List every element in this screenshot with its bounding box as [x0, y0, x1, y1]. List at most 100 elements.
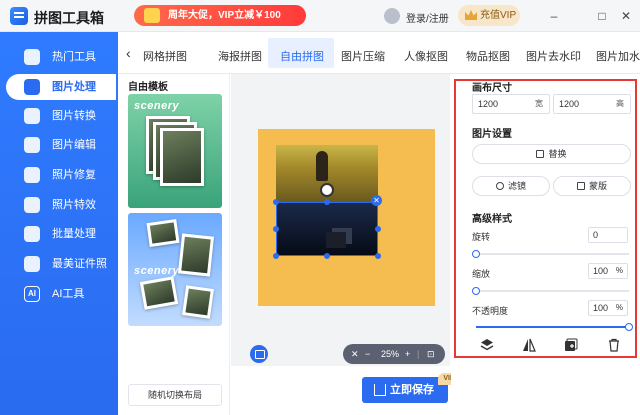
canvas-height-input[interactable]: 1200 高	[553, 94, 631, 114]
mask-label: 蒙版	[588, 181, 607, 191]
canvas-width-input[interactable]: 1200 宽	[472, 94, 550, 114]
minimize-button[interactable]: –	[546, 8, 562, 24]
filter-icon	[495, 182, 504, 190]
rotate-slider[interactable]	[472, 250, 629, 258]
template-card-word: scenery	[134, 265, 180, 277]
image-convert-icon	[24, 108, 40, 124]
resize-handle[interactable]	[273, 226, 279, 232]
flip-icon[interactable]	[522, 338, 536, 352]
promo-banner[interactable]: 周年大促，VIP立减￥100	[134, 5, 306, 26]
delete-icon[interactable]	[607, 338, 621, 352]
replace-image-button[interactable]: 替换	[472, 144, 631, 164]
replace-icon	[536, 150, 545, 158]
zoom-out-button[interactable]: −	[365, 344, 370, 364]
image-settings-title: 图片设置	[472, 129, 512, 140]
login-link[interactable]: 登录/注册	[406, 10, 449, 25]
canvas-height-value: 1200	[559, 99, 580, 109]
mask-button[interactable]: 蒙版	[553, 176, 631, 196]
app-title: 拼图工具箱	[34, 10, 104, 26]
rotate-handle-icon[interactable]	[320, 183, 334, 197]
fit-screen-icon[interactable]: ⊡	[427, 344, 435, 364]
resize-handle[interactable]	[324, 253, 330, 259]
download-icon	[374, 384, 386, 396]
back-chevron-icon[interactable]: ‹	[126, 45, 131, 61]
template-panel-title: 自由模板	[128, 82, 168, 93]
sidebar-item-photo-repair[interactable]: 照片修复	[6, 162, 116, 188]
template-photo	[182, 285, 214, 319]
tab-add-watermark[interactable]: 图片加水	[596, 48, 640, 64]
resize-handle[interactable]	[273, 253, 279, 259]
collage-canvas[interactable]: ✕	[258, 129, 435, 306]
tab-free-collage[interactable]: 自由拼图	[280, 48, 324, 64]
sidebar-item-label: AI工具	[52, 288, 85, 300]
sidebar-item-image-edit[interactable]: 图片编辑	[6, 132, 116, 158]
advanced-style-title: 高级样式	[472, 214, 512, 225]
template-photo	[146, 219, 180, 247]
rotate-input[interactable]: 0	[588, 227, 628, 243]
resize-handle[interactable]	[375, 253, 381, 259]
shuffle-layout-button[interactable]: 随机切换布局	[128, 384, 222, 406]
batch-icon	[24, 226, 40, 242]
layers-icon[interactable]	[480, 338, 494, 352]
opacity-slider-knob[interactable]	[625, 323, 633, 331]
sidebar-item-label: 图片处理	[52, 81, 96, 93]
vip-recharge-label: 充值VIP	[480, 10, 517, 21]
image-processing-icon	[24, 79, 40, 95]
promo-text: 周年大促，VIP立减￥100	[168, 10, 281, 21]
scale-label: 缩放	[472, 269, 491, 279]
sidebar-item-batch[interactable]: 批量处理	[6, 221, 116, 247]
sidebar-item-label: 照片特效	[52, 199, 96, 211]
close-window-button[interactable]: ✕	[618, 8, 634, 24]
template-card[interactable]: scenery	[128, 213, 222, 326]
sidebar-item-image-processing[interactable]: 图片处理	[6, 74, 116, 100]
id-photo-icon	[24, 256, 40, 272]
tab-image-compress[interactable]: 图片压缩	[341, 48, 385, 64]
avatar[interactable]	[384, 8, 400, 24]
app-logo-icon	[10, 7, 28, 25]
sidebar-item-hot-tools[interactable]: 热门工具	[6, 44, 116, 70]
sidebar-item-ai-tools[interactable]: AI AI工具	[6, 281, 116, 307]
tab-poster-collage[interactable]: 海报拼图	[218, 48, 262, 64]
tab-grid-collage[interactable]: 网格拼图	[143, 48, 187, 64]
canvas-width-value: 1200	[478, 99, 499, 109]
scale-input[interactable]: 100 %	[588, 263, 628, 279]
sidebar-item-id-photo[interactable]: 最美证件照	[6, 251, 116, 277]
zoom-in-button[interactable]: +	[405, 344, 410, 364]
scale-unit: %	[615, 266, 623, 275]
scale-slider[interactable]	[472, 287, 629, 295]
gift-icon	[144, 8, 160, 23]
opacity-input[interactable]: 100 %	[588, 300, 628, 316]
template-card[interactable]: scenery	[128, 94, 222, 208]
tab-object-cutout[interactable]: 物品抠图	[466, 48, 510, 64]
image-edit-icon	[24, 137, 40, 153]
maximize-button[interactable]: □	[594, 8, 610, 24]
scale-slider-knob[interactable]	[472, 287, 480, 295]
sidebar-item-photo-effects[interactable]: 照片特效	[6, 192, 116, 218]
sidebar-item-image-convert[interactable]: 图片转换	[6, 103, 116, 129]
save-now-button[interactable]: 立即保存	[362, 377, 448, 403]
resize-handle[interactable]	[375, 226, 381, 232]
tab-portrait-cutout[interactable]: 人像抠图	[404, 48, 448, 64]
canvas-height-unit: 高	[616, 99, 624, 108]
template-photo	[160, 128, 204, 186]
delete-image-icon[interactable]: ✕	[371, 195, 382, 206]
background-image-icon[interactable]	[250, 345, 268, 363]
duplicate-icon[interactable]	[564, 338, 578, 352]
template-photo	[139, 276, 179, 310]
opacity-slider[interactable]	[476, 323, 633, 331]
opacity-value: 100	[593, 303, 609, 313]
sidebar-item-label: 图片编辑	[52, 139, 96, 151]
shuffle-layout-label: 随机切换布局	[147, 390, 202, 400]
opacity-label: 不透明度	[472, 306, 509, 316]
tab-remove-watermark[interactable]: 图片去水印	[526, 48, 581, 64]
vip-recharge-button[interactable]: 充值VIP	[458, 5, 520, 26]
filter-button[interactable]: 滤镜	[472, 176, 550, 196]
resize-handle[interactable]	[273, 199, 279, 205]
sidebar-item-label: 批量处理	[52, 228, 96, 240]
rotate-slider-knob[interactable]	[472, 250, 480, 258]
hot-tools-icon	[24, 49, 40, 65]
resize-handle[interactable]	[324, 199, 330, 205]
canvas-width-unit: 宽	[535, 99, 543, 108]
shuffle-icon[interactable]: ✕	[351, 344, 359, 364]
template-card-word: scenery	[134, 100, 180, 112]
